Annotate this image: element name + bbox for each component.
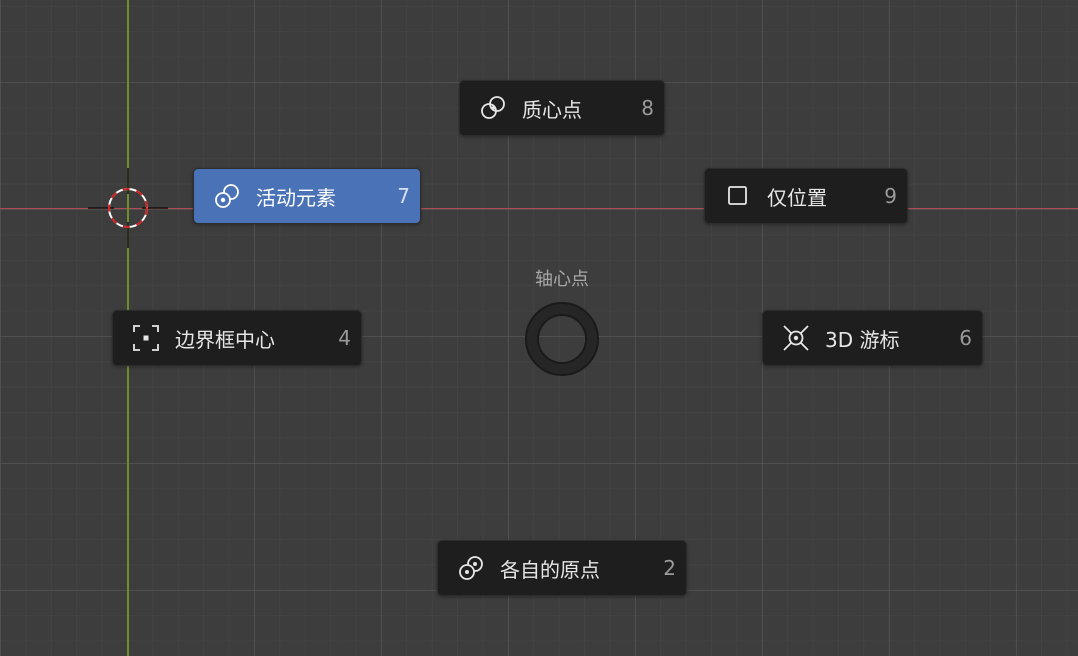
pie-center-ring-icon bbox=[525, 302, 599, 376]
pie-item-hotkey: 9 bbox=[884, 184, 897, 208]
pie-item-active-element[interactable]: 活动元素 7 bbox=[193, 168, 421, 224]
pie-item-hotkey: 6 bbox=[959, 326, 972, 350]
pie-item-label: 仅位置 bbox=[767, 185, 827, 210]
3d-cursor-icon bbox=[88, 168, 168, 248]
pie-item-label: 活动元素 bbox=[256, 185, 336, 210]
pie-item-hotkey: 4 bbox=[338, 326, 351, 350]
pie-item-hotkey: 7 bbox=[397, 184, 410, 208]
pie-item-3d-cursor[interactable]: 3D 游标 6 bbox=[762, 310, 983, 366]
pie-item-hotkey: 2 bbox=[663, 556, 676, 580]
pie-item-bounding-box-center[interactable]: 边界框中心 4 bbox=[112, 310, 362, 366]
checkbox-icon bbox=[723, 181, 753, 211]
pie-item-individual-origins[interactable]: 各自的原点 2 bbox=[437, 540, 687, 596]
pie-item-label: 3D 游标 bbox=[825, 327, 900, 352]
individual-origins-icon bbox=[456, 553, 486, 583]
pie-item-only-location[interactable]: 仅位置 9 bbox=[704, 168, 908, 224]
bounding-box-center-icon bbox=[131, 323, 161, 353]
active-element-icon bbox=[212, 181, 242, 211]
pie-item-median-point[interactable]: 质心点 8 bbox=[459, 80, 665, 136]
3d-cursor-icon bbox=[781, 323, 811, 353]
median-point-icon bbox=[478, 93, 508, 123]
pie-item-hotkey: 8 bbox=[641, 96, 654, 120]
pie-menu-title: 轴心点 bbox=[535, 269, 589, 290]
pie-item-label: 质心点 bbox=[522, 97, 582, 122]
pie-item-label: 边界框中心 bbox=[175, 327, 275, 352]
pie-item-label: 各自的原点 bbox=[500, 557, 600, 582]
